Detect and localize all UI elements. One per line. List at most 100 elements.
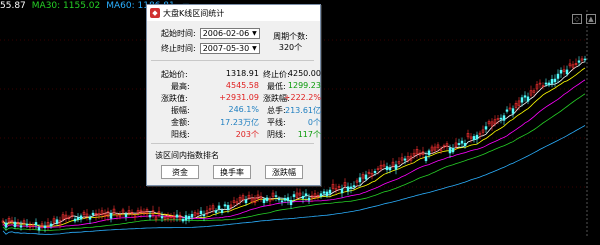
- candle-body: [148, 214, 152, 218]
- change-label: 涨跌值:: [161, 94, 188, 103]
- candle-body: [577, 60, 581, 63]
- candle-body: [43, 225, 47, 229]
- candle-body: [124, 213, 128, 218]
- app-icon: ◆: [150, 8, 160, 18]
- divider: [151, 143, 314, 144]
- candle-body: [13, 221, 17, 228]
- candle-body: [553, 78, 557, 83]
- candle-body: [346, 186, 350, 192]
- candle-body: [502, 115, 506, 121]
- candle-body: [349, 186, 353, 189]
- candle-body: [451, 147, 455, 153]
- end-price-value: 4250.00: [287, 69, 321, 78]
- funds-button[interactable]: 资金: [161, 165, 199, 179]
- candle-body: [244, 199, 248, 204]
- candle-body: [289, 199, 293, 206]
- ma30-value: MA30: 1155.02: [31, 1, 101, 11]
- candle-body: [184, 215, 188, 221]
- up-label: 阳线:: [171, 130, 190, 139]
- amplitude-value: 246.1%: [228, 105, 259, 114]
- candle-body: [292, 194, 296, 198]
- time-axis: [0, 236, 600, 245]
- candle-body: [448, 147, 452, 154]
- end-time-label: 终止时间:: [161, 44, 196, 53]
- candle-body: [505, 109, 509, 112]
- candle-body: [472, 136, 476, 141]
- candle-body: [484, 126, 488, 130]
- candle-body: [328, 189, 332, 194]
- start-price-value: 1318.91: [225, 69, 259, 78]
- amount-value: 17.23万亿: [220, 118, 259, 127]
- candle-body: [352, 185, 356, 188]
- dropdown-arrow-icon[interactable]: ▼: [252, 45, 257, 52]
- candle-body: [187, 215, 191, 220]
- candle-body: [37, 227, 41, 231]
- candle-body: [565, 69, 569, 75]
- turnover-button[interactable]: 换手率: [213, 165, 251, 179]
- candle-body: [88, 216, 92, 220]
- candle-body: [307, 197, 311, 201]
- cycle-count-box: 周期个数: 320个: [268, 31, 313, 53]
- end-time-row: 终止时间: 2007-05-30 ▼: [161, 43, 260, 54]
- cycle-count: 320个: [278, 43, 303, 52]
- candle-body: [55, 219, 59, 224]
- candle-body: [220, 210, 224, 213]
- candle-body: [511, 108, 515, 114]
- start-time-row: 起始时间: 2006-02-06 ▼: [161, 28, 260, 39]
- candle-body: [322, 191, 326, 194]
- candle-body: [544, 82, 548, 85]
- candle-body: [190, 214, 194, 218]
- up-value: 203个: [235, 130, 259, 139]
- candle-body: [91, 212, 95, 216]
- ranking-section-title: 该区间内指数排名: [155, 151, 219, 160]
- change-pct-button[interactable]: 涨跌幅: [265, 165, 303, 179]
- candle-body: [475, 134, 479, 140]
- candle-body: [280, 200, 284, 203]
- amount-label: 金额:: [171, 118, 190, 127]
- candle-body: [394, 164, 398, 170]
- candle-body: [202, 214, 206, 217]
- restore-icon[interactable]: ◇: [572, 14, 582, 24]
- high-value: 4545.58: [225, 81, 259, 90]
- candle-body: [4, 222, 8, 228]
- low-value: 1299.23: [287, 81, 321, 90]
- candle-body: [325, 191, 329, 196]
- candle-body: [559, 69, 563, 74]
- dropdown-arrow-icon[interactable]: ▼: [252, 30, 257, 37]
- candle-body: [319, 193, 323, 197]
- candle-body: [358, 177, 362, 183]
- candle-body: [19, 225, 23, 228]
- candle-body: [364, 174, 368, 180]
- amplitude-label: 振幅:: [171, 106, 190, 115]
- candle-body: [583, 58, 587, 61]
- candle-body: [520, 97, 524, 103]
- end-date-picker[interactable]: 2007-05-30 ▼: [199, 43, 260, 54]
- divider: [151, 60, 314, 61]
- candle-body: [304, 193, 308, 197]
- start-date-value: 2006-02-06: [202, 29, 250, 38]
- candle-body: [277, 198, 281, 201]
- candle-body: [463, 143, 467, 147]
- candle-body: [460, 140, 464, 144]
- candle-body: [373, 171, 377, 173]
- candle-body: [25, 223, 29, 226]
- candle-body: [199, 210, 203, 215]
- dialog-title-bar[interactable]: ◆ 大盘K线区间统计: [147, 5, 320, 21]
- total-hands-value: 213.61亿: [285, 106, 321, 115]
- candle-body: [286, 197, 290, 202]
- range-stats-dialog: ◆ 大盘K线区间统计 起始时间: 2006-02-06 ▼ 终止时间: 2007…: [146, 4, 321, 186]
- candle-body: [217, 205, 221, 210]
- candle-body: [73, 218, 77, 222]
- expand-icon[interactable]: ▲: [586, 14, 596, 24]
- candle-body: [34, 222, 38, 226]
- candle-body: [424, 156, 428, 162]
- candle-body: [181, 218, 185, 222]
- candle-body: [457, 143, 461, 146]
- candle-body: [301, 195, 305, 199]
- start-date-picker[interactable]: 2006-02-06 ▼: [199, 28, 260, 39]
- candle-body: [427, 150, 431, 156]
- candle-body: [49, 223, 53, 227]
- candle-body: [385, 166, 389, 171]
- flat-value: 0个: [307, 118, 321, 127]
- candle-body: [265, 197, 269, 202]
